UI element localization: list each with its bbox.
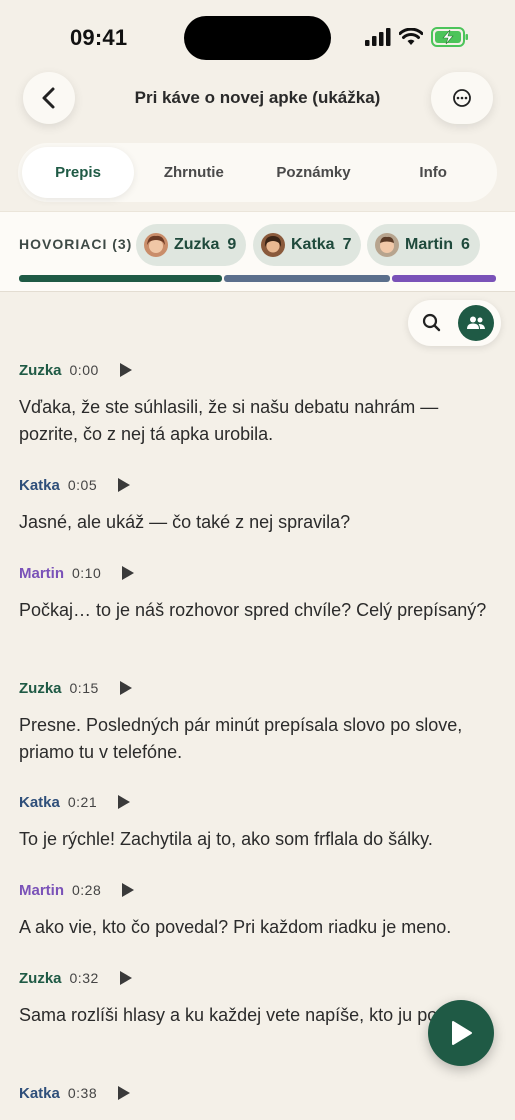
entry-timestamp[interactable]: 0:28 xyxy=(72,882,101,898)
entry-meta: Katka 0:05 xyxy=(19,475,499,495)
more-icon xyxy=(453,89,471,107)
speaker-name: Martin xyxy=(405,236,453,253)
entry-timestamp[interactable]: 0:38 xyxy=(68,1085,97,1101)
status-icons xyxy=(365,27,469,47)
entry-meta: Martin 0:10 xyxy=(19,563,499,583)
entry-meta: Katka 0:38 xyxy=(19,1083,499,1103)
search-icon xyxy=(422,313,441,332)
share-segment-zuzka xyxy=(19,275,223,282)
back-chevron-icon xyxy=(42,87,55,109)
dynamic-island xyxy=(184,16,331,60)
speaker-count: 9 xyxy=(227,236,237,253)
transcript-entry: Katka 0:21 To je rýchle! Zachytila aj to, … xyxy=(19,792,499,853)
entry-timestamp[interactable]: 0:10 xyxy=(72,565,101,581)
avatar xyxy=(261,233,285,257)
speaker-chip-katka[interactable]: Katka 7 xyxy=(253,224,362,266)
play-icon[interactable] xyxy=(117,477,131,493)
entry-speaker[interactable]: Katka xyxy=(19,794,60,811)
transcript-entry: Zuzka 0:00 Vďaka, že ste súhlasili, že si … xyxy=(19,360,499,448)
tab-prepis[interactable]: Prepis xyxy=(22,147,134,198)
speaker-name: Katka xyxy=(291,236,335,253)
entry-speaker[interactable]: Zuzka xyxy=(19,970,62,987)
play-icon[interactable] xyxy=(121,882,135,898)
status-time: 09:41 xyxy=(70,25,128,50)
play-icon[interactable] xyxy=(117,1085,131,1101)
speaker-count: 7 xyxy=(342,236,352,253)
entry-speaker[interactable]: Zuzka xyxy=(19,362,62,379)
entry-text: Jasné, ale ukáž — čo také z nej spravila… xyxy=(19,512,351,532)
transcript-entry: Katka 0:05 Jasné, ale ukáž — čo také z nej… xyxy=(19,475,499,536)
entry-timestamp[interactable]: 0:00 xyxy=(70,362,99,378)
entry-timestamp[interactable]: 0:15 xyxy=(70,680,99,696)
entry-meta: Zuzka 0:32 xyxy=(19,968,499,988)
entry-text: Presne. Posledných pár minút prepísala s… xyxy=(19,715,463,762)
avatar xyxy=(375,233,399,257)
play-icon[interactable] xyxy=(117,794,131,810)
speaker-chip-zuzka[interactable]: Zuzka 9 xyxy=(136,224,247,266)
share-segment-martin xyxy=(391,275,496,282)
entry-speaker[interactable]: Zuzka xyxy=(19,680,62,697)
entry-text: To je rýchle! Zachytila aj to, ako som f… xyxy=(19,829,433,849)
entry-timestamp[interactable]: 0:32 xyxy=(70,970,99,986)
page-title: Pri káve o novej apke (ukážka) xyxy=(134,88,381,107)
transcript-entry: Zuzka 0:15 Presne. Posledných pár minút pr… xyxy=(19,678,499,766)
transcript-entry: Zuzka 0:32 Sama rozlíši hlasy a ku každej … xyxy=(19,968,499,1029)
tab-bar: Prepis Zhrnutie Poznámky Info xyxy=(18,143,497,202)
tab-poznamky[interactable]: Poznámky xyxy=(254,147,374,198)
transcript-entry: Martin 0:10 Počkaj… to je náš rozhovor spr… xyxy=(19,563,499,624)
play-icon[interactable] xyxy=(119,970,133,986)
tab-info[interactable]: Info xyxy=(373,147,493,198)
avatar xyxy=(144,233,168,257)
play-icon[interactable] xyxy=(119,362,133,378)
entry-timestamp[interactable]: 0:05 xyxy=(68,477,97,493)
entry-meta: Zuzka 0:15 xyxy=(19,678,499,698)
entry-meta: Zuzka 0:00 xyxy=(19,360,499,380)
entry-text: A ako vie, kto čo povedal? Pri každom ri… xyxy=(19,917,452,937)
entry-timestamp[interactable]: 0:21 xyxy=(68,794,97,810)
back-button[interactable] xyxy=(23,72,75,124)
battery-charging-icon xyxy=(431,27,468,47)
entry-meta: Martin 0:28 xyxy=(19,880,499,900)
entry-text: Vďaka, že ste súhlasili, že si našu deba… xyxy=(19,397,439,444)
people-icon xyxy=(467,316,485,329)
speaker-name: Zuzka xyxy=(174,236,220,253)
speaker-chip-martin[interactable]: Martin 6 xyxy=(367,224,480,266)
transcript-entry: Katka 0:38 xyxy=(19,1083,499,1117)
play-icon xyxy=(452,1021,472,1045)
play-icon[interactable] xyxy=(119,680,133,696)
transcript-entry: Martin 0:28 A ako vie, kto čo povedal? Pri… xyxy=(19,880,499,941)
entry-text: Sama rozlíši hlasy a ku každej vete napí… xyxy=(19,1005,486,1025)
entry-text: Počkaj… to je náš rozhovor spred chvíle?… xyxy=(19,600,487,620)
entry-speaker[interactable]: Martin xyxy=(19,565,64,582)
tab-zhrnutie[interactable]: Zhrnutie xyxy=(134,147,254,198)
signal-icon xyxy=(365,28,391,46)
play-audio-button[interactable] xyxy=(428,1000,494,1066)
entry-speaker[interactable]: Martin xyxy=(19,882,64,899)
speakers-panel: HOVORIACI (3) Zuzka 9 Katka 7 Martin 6 xyxy=(0,211,515,292)
search-button[interactable] xyxy=(420,311,444,340)
speaker-filter-button[interactable] xyxy=(458,305,494,341)
play-icon[interactable] xyxy=(121,565,135,581)
wifi-icon xyxy=(399,28,423,45)
speaker-count: 6 xyxy=(461,236,470,253)
top-bar: Pri káve o novej apke (ukážka) xyxy=(0,70,515,130)
more-options-button[interactable] xyxy=(431,72,493,124)
transcript-tools xyxy=(408,300,501,346)
speakers-label: HOVORIACI (3) xyxy=(19,236,133,252)
share-segment-katka xyxy=(224,275,390,282)
speaker-share-bar xyxy=(19,275,496,282)
entry-speaker[interactable]: Katka xyxy=(19,477,60,494)
entry-meta: Katka 0:21 xyxy=(19,792,499,812)
status-bar: 09:41 xyxy=(0,0,515,62)
entry-speaker[interactable]: Katka xyxy=(19,1085,60,1102)
